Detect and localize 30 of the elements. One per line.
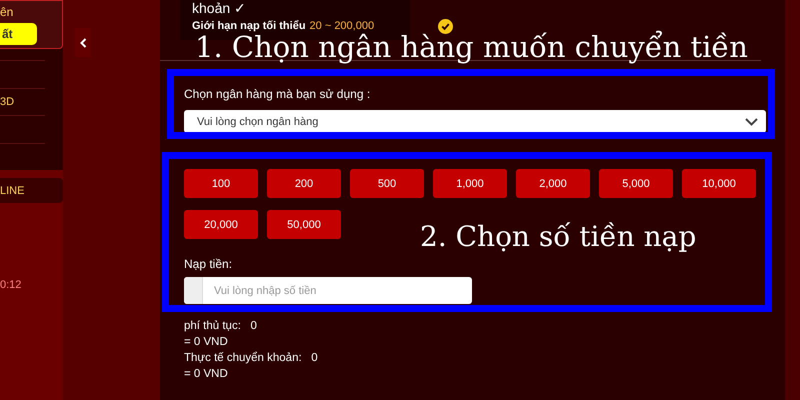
amount-button[interactable]: 200 (267, 169, 341, 198)
amount-button[interactable]: 20,000 (184, 210, 258, 239)
amount-button[interactable]: 2,000 (516, 169, 590, 198)
bank-label: Chọn ngân hàng mà bạn sử dụng : (184, 87, 372, 101)
summary-total: = 0 VND (184, 336, 229, 348)
summary-line: phí thủ tục: 0 (184, 320, 258, 332)
amount-button[interactable]: 50,000 (267, 210, 341, 239)
notice-title: khoản ✓ (192, 0, 248, 16)
annotation-text: 1. Chọn ngân hàng muốn chuyển tiền (195, 30, 748, 64)
side-button[interactable]: ất (0, 23, 37, 45)
annotation-text: 2. Chọn số tiền nạp (420, 220, 696, 253)
amount-button[interactable]: 1,000 (433, 169, 507, 198)
limit-label: Giới hạn nạp tối thiểu (192, 20, 306, 32)
summary-line: Thực tế chuyển khoản: 0 (184, 352, 319, 364)
check-circle-icon (438, 19, 453, 34)
summary-total: = 0 VND (184, 368, 229, 380)
collapse-button[interactable] (75, 28, 91, 57)
side-online-item[interactable]: LINE (0, 178, 63, 203)
chevron-left-icon (80, 38, 86, 48)
amount-button[interactable]: 500 (350, 169, 424, 198)
limit-value: 20 ~ 200,000 (310, 20, 374, 32)
amount-button[interactable]: 5,000 (599, 169, 673, 198)
side-menu-item[interactable]: 3D (0, 88, 45, 116)
deposit-label: Nạp tiền: (184, 257, 234, 271)
bank-select[interactable]: Vui lòng chọn ngân hàng (184, 110, 766, 133)
time-text: 0:12 (0, 279, 22, 291)
amount-button[interactable]: 100 (184, 169, 258, 198)
amount-button[interactable]: 10,000 (682, 169, 756, 198)
chevron-down-icon (745, 118, 758, 126)
side-card-text: ên (0, 5, 14, 19)
